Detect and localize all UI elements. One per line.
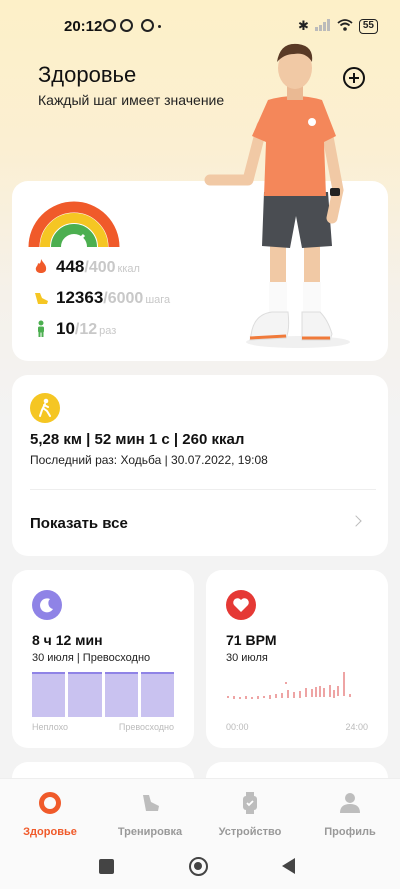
status-icons: ✱ 55	[298, 18, 378, 34]
heart-icon	[226, 590, 256, 620]
sleep-bar	[32, 672, 66, 717]
calories-value: 448	[56, 257, 85, 276]
heart-rate-value: 71 BPM	[226, 632, 277, 648]
chevron-right-icon[interactable]	[350, 515, 362, 527]
sleep-axis-right: Превосходно	[118, 722, 174, 732]
sleep-axis-left: Неплохо	[32, 722, 69, 732]
bluetooth-icon: ✱	[297, 18, 309, 33]
nav-item-device[interactable]: Устройство	[200, 791, 300, 838]
workout-summary: 5,28 км | 52 мин 1 с | 260 ккал	[30, 431, 245, 448]
profile-icon	[340, 793, 360, 813]
standing-goal: /12	[74, 321, 98, 338]
sleep-bar	[104, 672, 138, 717]
heart-rate-chart	[227, 672, 351, 699]
back-button[interactable]	[282, 858, 295, 874]
bottom-navigation: Здоровье Тренировка Устройство Профиль	[0, 778, 400, 843]
status-time: 20:12	[64, 18, 103, 35]
sleep-bar	[68, 672, 102, 717]
person-icon	[38, 320, 44, 337]
sleep-bar	[140, 672, 174, 717]
divider	[30, 489, 376, 490]
signal-icon	[314, 18, 331, 34]
heart-axis-left: 00:00	[226, 722, 249, 732]
notification-icon	[103, 19, 116, 32]
show-all-button[interactable]: Показать все	[30, 515, 128, 532]
flame-icon	[35, 259, 47, 273]
recent-apps-button[interactable]	[99, 859, 114, 874]
page-title: Здоровье	[38, 62, 137, 87]
steps-unit: шага	[145, 294, 171, 306]
nav-label: Профиль	[324, 826, 376, 838]
notification-icon	[141, 19, 154, 32]
workout-last: Последний раз: Ходьба | 30.07.2022, 19:0…	[30, 453, 268, 467]
sleep-chart	[32, 672, 174, 717]
heart-rate-card[interactable]: 71 BPM 30 июля 00:00 24:00	[206, 570, 388, 748]
nav-item-workout[interactable]: Тренировка	[100, 791, 200, 838]
more-notifications-icon	[158, 25, 161, 28]
walking-icon	[30, 393, 60, 423]
system-navigation-bar	[0, 843, 400, 889]
heart-rate-date: 30 июля	[226, 652, 268, 664]
calories-goal: /400	[84, 259, 116, 276]
heart-axis-right: 24:00	[345, 722, 368, 732]
wifi-icon	[337, 18, 353, 34]
nav-item-health[interactable]: Здоровье	[0, 791, 100, 838]
battery-indicator: 55	[358, 18, 378, 34]
nav-item-profile[interactable]: Профиль	[300, 791, 400, 838]
avatar-character-illustration	[204, 43, 350, 348]
nav-label: Устройство	[218, 826, 282, 838]
standing-value: 10	[56, 319, 75, 338]
nav-label: Тренировка	[117, 826, 183, 838]
sleep-duration: 8 ч 12 мин	[32, 632, 103, 648]
steps-row: 12363 /6000 шага	[32, 288, 170, 308]
calories-row: 448 /400 ккал	[32, 257, 140, 277]
shoe-icon	[35, 293, 48, 304]
health-ring-icon	[39, 792, 61, 814]
calories-unit: ккал	[117, 263, 140, 275]
activity-rings-gauge	[28, 201, 120, 249]
sleep-date-quality: 30 июля | Превосходно	[32, 652, 151, 664]
workout-card[interactable]: 5,28 км | 52 мин 1 с | 260 ккал Последни…	[12, 375, 388, 556]
shoe-icon	[143, 795, 159, 811]
nav-label: Здоровье	[23, 826, 77, 838]
moon-icon	[32, 590, 62, 620]
notification-icon	[120, 19, 133, 32]
watch-icon	[243, 792, 257, 814]
home-button[interactable]	[189, 857, 208, 876]
sleep-card[interactable]: 8 ч 12 мин 30 июля | Превосходно Неплохо…	[12, 570, 194, 748]
steps-value: 12363	[56, 288, 104, 307]
standing-unit: раз	[99, 325, 117, 337]
standing-row: 10 /12 раз	[32, 319, 116, 339]
steps-goal: /6000	[103, 290, 144, 307]
